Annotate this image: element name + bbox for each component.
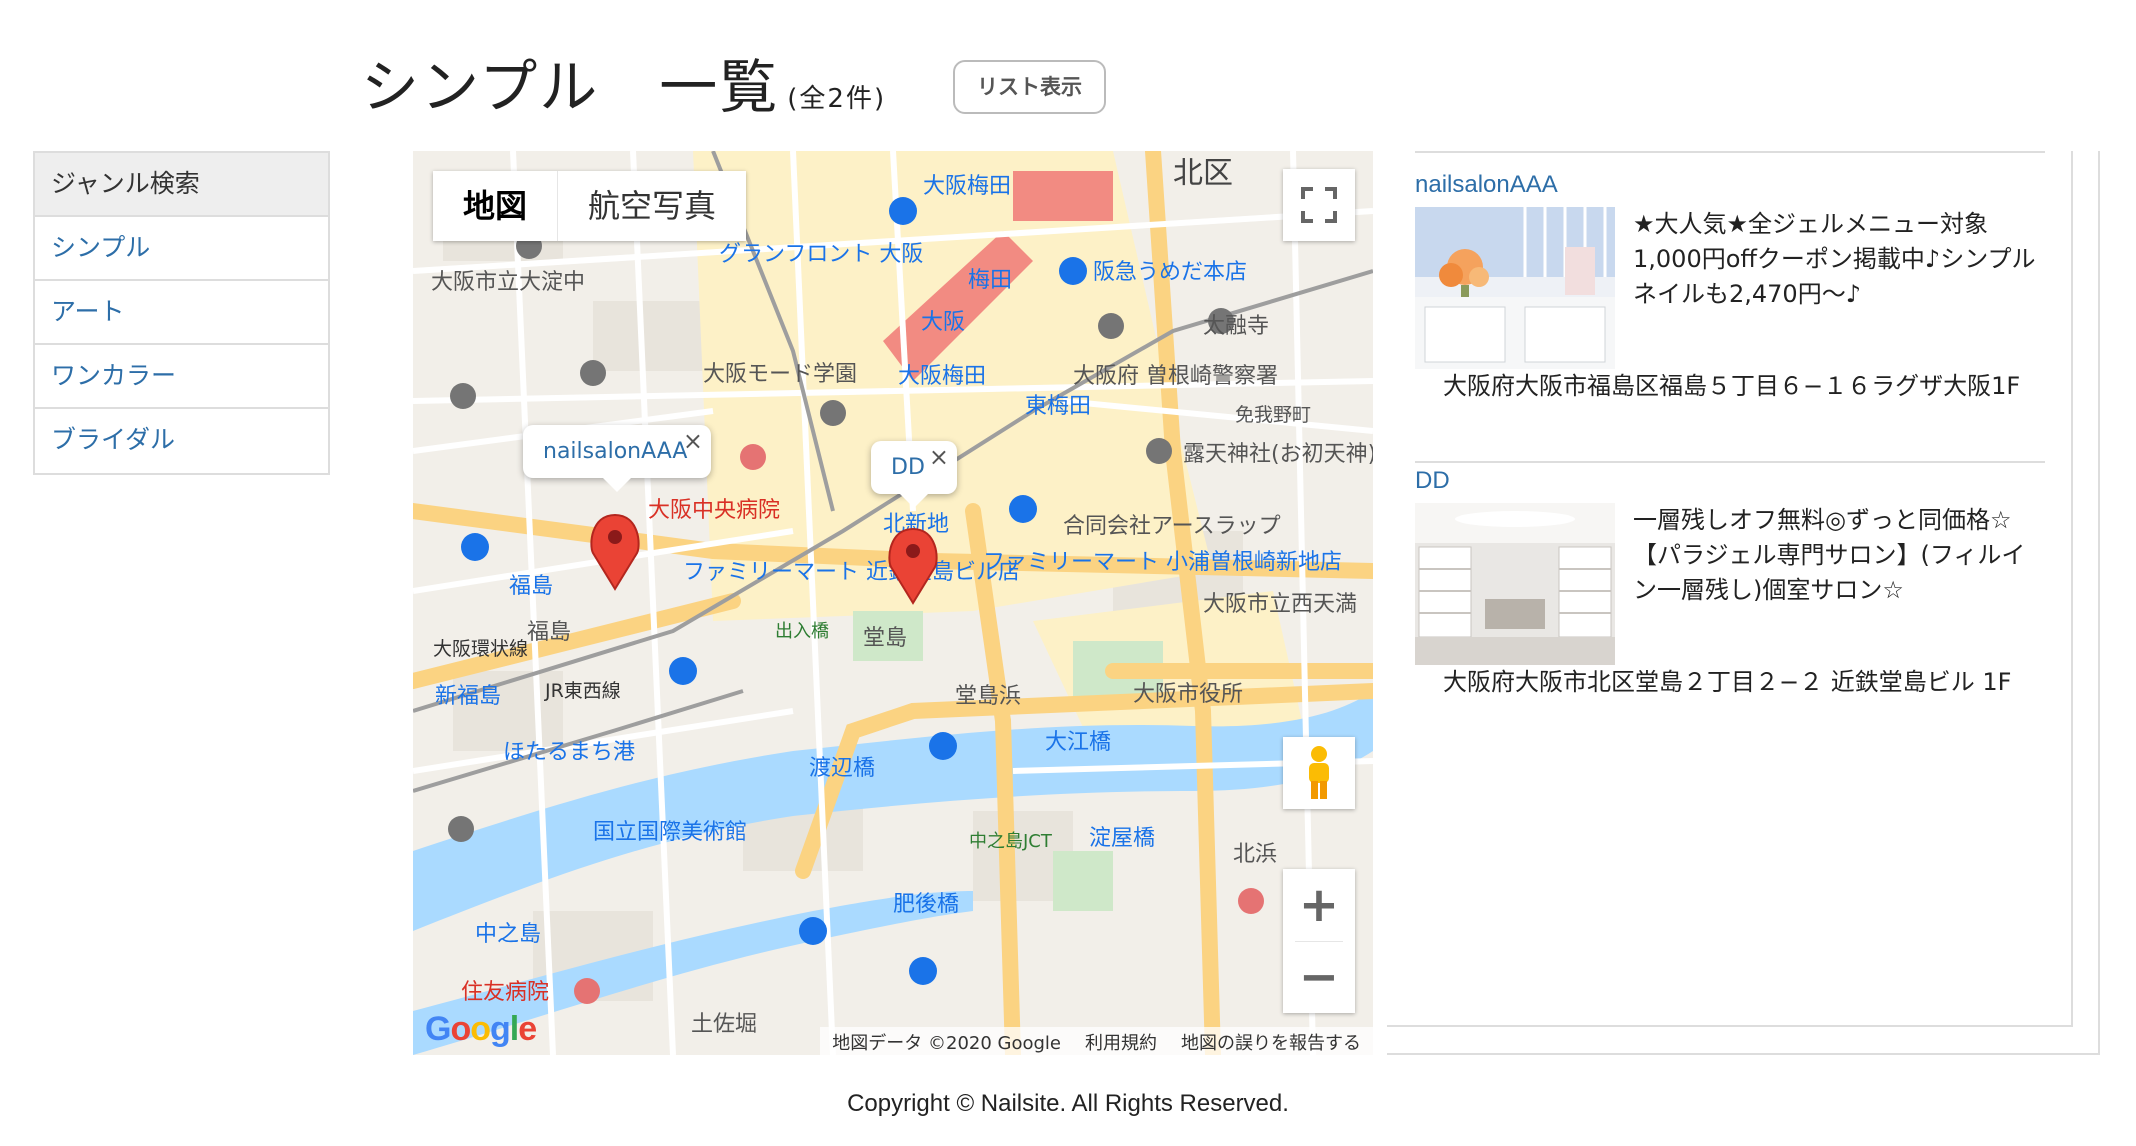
map-canvas[interactable]: 北区 大阪梅田 グランフロント 大阪 梅田 阪急うめだ本店 大阪 大阪市立大淀中… <box>413 151 1373 1055</box>
google-logo[interactable]: Google <box>425 1010 537 1049</box>
map-type-control: 地図 航空写真 <box>433 171 747 241</box>
info-window-label[interactable]: nailsalonAAA <box>543 439 687 464</box>
pegman-icon <box>1309 746 1329 799</box>
map-label-loop-line: 大阪環状線 <box>433 638 528 660</box>
map-label-familymart1: ファミリーマート 近鉄堂島ビル店 <box>683 560 1020 585</box>
map-label-hankyu: 阪急うめだ本店 <box>1093 260 1247 285</box>
map-label-hotarumachi: ほたるまち港 <box>503 740 635 765</box>
map-label-oyodo: 大阪市立大淀中 <box>431 270 585 295</box>
copyright-footer: Copyright © Nailsite. All Rights Reserve… <box>847 1090 1289 1117</box>
result-name-link[interactable]: DD <box>1415 467 2045 495</box>
fullscreen-button[interactable] <box>1283 169 1355 241</box>
page-title: シンプル 一覧 (全2件) <box>361 40 886 124</box>
map-label-kohmyo: 免我野町 <box>1235 404 1311 426</box>
genre-search-heading: ジャンル検索 <box>35 153 328 217</box>
map-label-shin-fukushima: 新福島 <box>435 684 501 709</box>
genre-search-sidebar: ジャンル検索 シンプル アート ワンカラー ブライダル <box>33 151 330 475</box>
map-label-tosabori: 土佐堀 <box>691 1012 757 1037</box>
map-label-demiribashi: 出入橋 <box>775 621 829 642</box>
zoom-in-button[interactable]: + <box>1283 869 1355 941</box>
map-label-nakanoshima-jct: 中之島JCT <box>969 831 1053 852</box>
results-panel-frame: nailsalonAAA ★大人気★全ジェルメニュー対象1,000円offクーポ… <box>1387 151 2100 1055</box>
map-label-osaka-chuo-hospital: 大阪中央病院 <box>648 498 780 523</box>
map-label-dojima: 堂島 <box>863 626 907 651</box>
fullscreen-icon <box>1301 187 1337 223</box>
map-label-kokuritsu: 国立国際美術館 <box>593 820 747 845</box>
results-panel: nailsalonAAA ★大人気★全ジェルメニュー対象1,000円offクーポ… <box>1387 151 2073 1027</box>
zoom-out-button[interactable]: − <box>1283 942 1355 1014</box>
result-entry-nailsalonaaa: nailsalonAAA ★大人気★全ジェルメニュー対象1,000円offクーポ… <box>1415 171 2045 463</box>
sidebar-item-bridal[interactable]: ブライダル <box>35 409 328 473</box>
map-label-kitahama: 北浜 <box>1233 842 1277 867</box>
result-address: 大阪府大阪市北区堂島２丁目２−２ 近鉄堂島ビル 1F <box>1443 668 2012 696</box>
sidebar-item-art[interactable]: アート <box>35 281 328 345</box>
street-view-pegman[interactable] <box>1283 737 1355 809</box>
info-window-label[interactable]: DD <box>891 455 925 480</box>
result-description: 一層残しオフ無料◎ずっと同価格☆【パラジェル専門サロン】(フィルイン一層残し)個… <box>1633 506 2026 604</box>
map-label-taiyuji: 太融寺 <box>1203 314 1269 339</box>
map-label-godo: 合同会社アースラップ <box>1063 514 1281 539</box>
map-label-watanabebashi: 渡辺橋 <box>809 756 875 781</box>
map-label-kita-ku: 北区 <box>1173 156 1233 191</box>
map-label-familymart2: ファミリーマート 小浦曽根崎新地店 <box>983 550 1342 575</box>
info-window-nailsalonaaa: nailsalonAAA × <box>523 425 711 492</box>
close-icon[interactable]: × <box>929 443 949 471</box>
page-title-text: シンプル 一覧 <box>361 53 780 121</box>
map[interactable]: 北区 大阪梅田 グランフロント 大阪 梅田 阪急うめだ本店 大阪 大阪市立大淀中… <box>413 151 1373 1055</box>
map-label-dojimahama: 堂島浜 <box>955 684 1021 709</box>
result-address: 大阪府大阪市福島区福島５丁目６−１６ラグザ大阪1F <box>1443 372 2021 400</box>
info-window-dd: DD × <box>871 441 957 508</box>
map-label-osaka-umeda: 大阪梅田 <box>923 174 1011 199</box>
map-label-sumitomo: 住友病院 <box>461 980 549 1005</box>
result-description: ★大人気★全ジェルメニュー対象1,000円offクーポン掲載中♪シンプルネイルも… <box>1633 210 2036 308</box>
map-label-grand-front: グランフロント 大阪 <box>719 242 923 267</box>
map-label-jr-tozai: JR東西線 <box>544 680 621 702</box>
map-label-sonezaki-police: 大阪府 曽根崎警察署 <box>1073 364 1278 389</box>
map-label-higashi-umeda: 東梅田 <box>1025 394 1091 419</box>
map-footer: 地図データ ©2020 Google 利用規約 地図の誤りを報告する <box>820 1027 1373 1055</box>
page: シンプル 一覧 (全2件) リスト表示 ジャンル検索 シンプル アート ワンカラー… <box>0 0 2136 1146</box>
map-label-umeda: 梅田 <box>968 268 1012 293</box>
map-data-attribution: 地図データ ©2020 Google <box>832 1033 1061 1054</box>
results-top-divider <box>1415 151 2045 153</box>
result-name-link[interactable]: nailsalonAAA <box>1415 171 2045 199</box>
result-entry-dd: DD 一層残しオフ無料◎ずっと同価格☆【パラジェル専門サロン】(フィルイン一層残… <box>1415 467 2045 696</box>
salon-photo[interactable] <box>1415 207 1615 369</box>
map-label-oebashi: 大江橋 <box>1045 730 1111 755</box>
list-view-button[interactable]: リスト表示 <box>953 60 1106 114</box>
map-label-fukushima: 福島 <box>509 574 553 599</box>
result-divider <box>1415 461 2045 463</box>
zoom-control: + − <box>1283 869 1355 1013</box>
map-report-link[interactable]: 地図の誤りを報告する <box>1181 1029 1361 1054</box>
result-count: (全2件) <box>787 84 887 114</box>
map-label-osaka-umeda2: 大阪梅田 <box>898 364 986 389</box>
map-label-nishitenma: 大阪市立西天満 <box>1203 592 1357 617</box>
map-label-osaka-station: 大阪 <box>921 310 965 335</box>
map-type-map-button[interactable]: 地図 <box>433 171 559 241</box>
map-label-ohatsu: 露天神社(お初天神) <box>1183 442 1373 467</box>
salon-photo[interactable] <box>1415 503 1615 665</box>
map-label-osaka-mode: 大阪モード学園 <box>703 362 857 387</box>
map-label-yodoyabashi: 淀屋橋 <box>1089 826 1155 851</box>
sidebar-item-one-color[interactable]: ワンカラー <box>35 345 328 409</box>
map-label-fukushima2: 福島 <box>527 620 571 645</box>
sidebar-item-simple[interactable]: シンプル <box>35 217 328 281</box>
map-label-shiyakusho: 大阪市役所 <box>1133 682 1243 707</box>
close-icon[interactable]: × <box>683 427 703 455</box>
map-label-higobashi: 肥後橋 <box>893 892 959 917</box>
map-label-nakanoshima: 中之島 <box>475 922 541 947</box>
map-terms-link[interactable]: 利用規約 <box>1085 1029 1157 1054</box>
map-type-satellite-button[interactable]: 航空写真 <box>558 171 746 241</box>
